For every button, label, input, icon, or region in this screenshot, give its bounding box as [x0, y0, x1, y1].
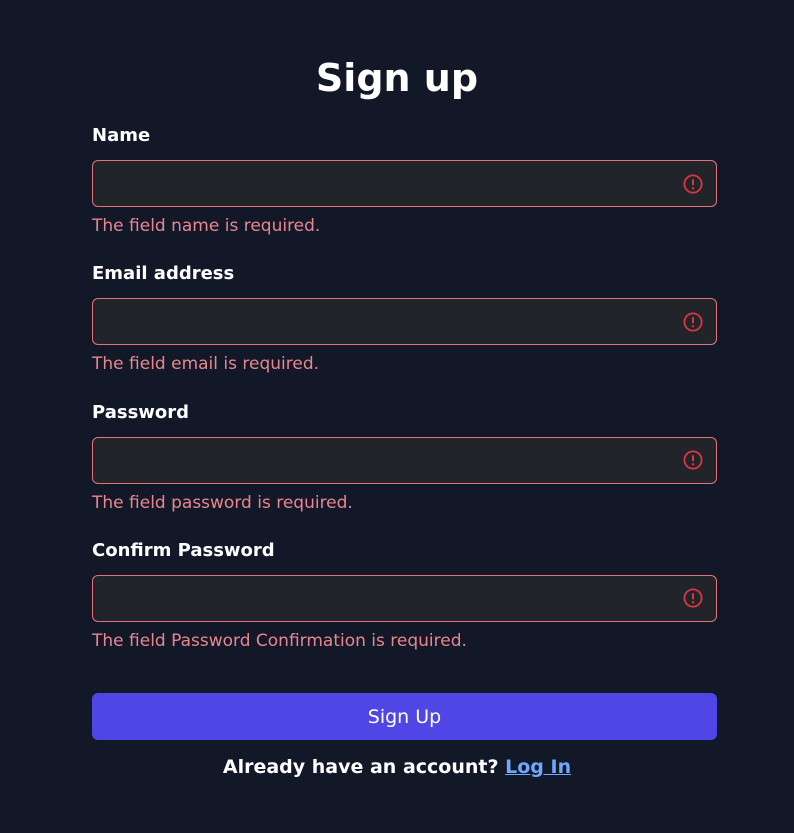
- name-input[interactable]: [92, 160, 717, 207]
- login-link[interactable]: Log In: [505, 756, 571, 778]
- confirm-password-input[interactable]: [92, 575, 717, 622]
- password-error-icon: [683, 450, 703, 470]
- email-error-icon: [683, 312, 703, 332]
- sign-up-button[interactable]: Sign Up: [92, 693, 717, 740]
- confirm-password-error-message: The field Password Confirmation is requi…: [92, 631, 467, 651]
- confirm-password-label: Confirm Password: [92, 540, 275, 561]
- password-label: Password: [92, 402, 190, 423]
- name-error-icon: [683, 174, 703, 194]
- password-input[interactable]: [92, 437, 717, 484]
- confirm-password-error-icon: [683, 588, 703, 608]
- login-prompt-text: Already have an account?: [222, 756, 499, 778]
- email-error-message: The field email is required.: [92, 354, 320, 374]
- email-label: Email address: [92, 263, 235, 284]
- name-label: Name: [92, 125, 151, 146]
- login-prompt: Already have an account? Log In: [0, 755, 794, 779]
- email-input[interactable]: [92, 298, 717, 345]
- name-error-message: The field name is required.: [92, 216, 321, 236]
- password-error-message: The field password is required.: [92, 493, 353, 513]
- page-title: Sign up: [315, 56, 479, 100]
